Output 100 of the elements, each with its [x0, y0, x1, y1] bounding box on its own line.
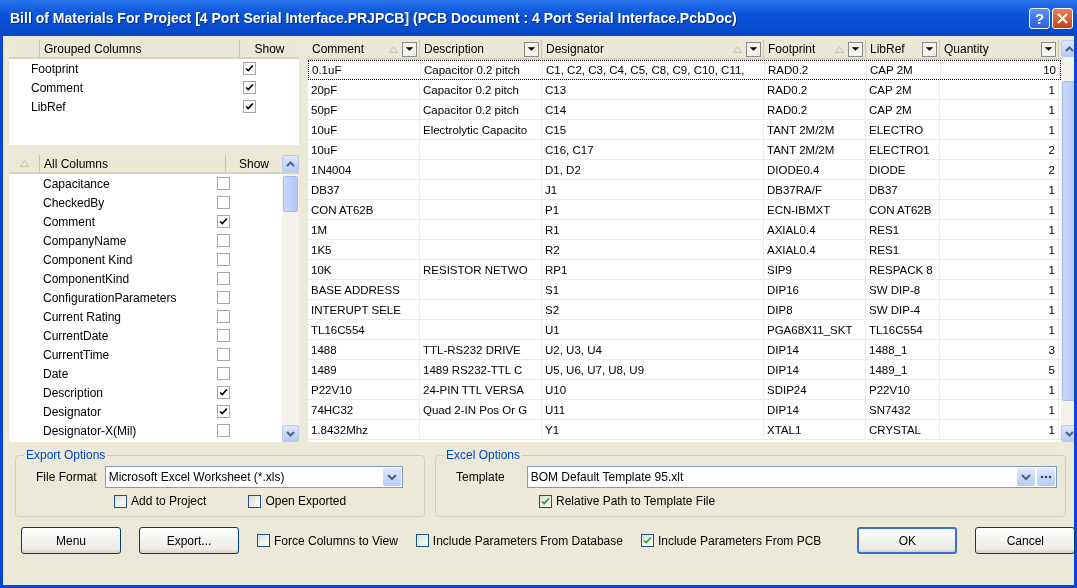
- checkbox[interactable]: [415, 534, 429, 547]
- table-cell: 1: [1048, 123, 1055, 136]
- checkbox[interactable]: [217, 424, 230, 437]
- table-cell: 1M: [311, 223, 327, 236]
- checkbox[interactable]: [539, 494, 552, 508]
- checkbox[interactable]: [217, 329, 230, 342]
- dialog-button[interactable]: Menu: [21, 527, 121, 554]
- dropdown-icon[interactable]: [1041, 41, 1056, 57]
- checkbox[interactable]: [217, 367, 230, 380]
- checkbox[interactable]: [217, 386, 230, 399]
- table-cell: C16, C17: [545, 143, 594, 156]
- file-format-dropdown[interactable]: Microsoft Excel Worksheet (*.xls): [104, 466, 403, 488]
- table-cell: 1489: [311, 363, 337, 376]
- table-cell: 2: [1048, 143, 1055, 156]
- table-cell: 10K: [311, 263, 332, 276]
- dialog-button[interactable]: Cancel: [975, 527, 1076, 554]
- checkbox[interactable]: [243, 81, 256, 94]
- table-cell: DIP14: [767, 343, 799, 356]
- table-cell: 1: [1048, 223, 1055, 236]
- table-cell: TTL-RS232 DRIVE: [423, 343, 521, 356]
- table-cell: AXIAL0.4: [767, 223, 816, 236]
- column-header[interactable]: Comment: [308, 40, 420, 58]
- checkbox-label[interactable]: Include Parameters From Database: [432, 533, 623, 548]
- table-cell: RESISTOR NETWO: [423, 263, 528, 276]
- table-cell: RES1: [869, 243, 900, 256]
- checkbox-label[interactable]: Add to Project: [131, 494, 207, 508]
- checkbox[interactable]: [243, 62, 256, 75]
- checkbox[interactable]: [257, 534, 270, 547]
- checkbox[interactable]: [217, 272, 230, 285]
- checkbox-label[interactable]: Relative Path to Template File: [556, 494, 716, 508]
- close-button[interactable]: [1052, 7, 1073, 29]
- table-cell: R2: [545, 243, 560, 256]
- column-name: Capacitance: [42, 176, 111, 191]
- column-header[interactable]: LibRef: [866, 40, 940, 58]
- template-dropdown[interactable]: BOM Default Template 95.xlt: [526, 466, 1057, 488]
- checkbox-label[interactable]: Force Columns to View: [274, 533, 398, 548]
- column-name: Comment: [30, 80, 84, 95]
- table-cell: CON AT62B: [311, 203, 374, 216]
- checkbox[interactable]: [243, 100, 256, 113]
- scroll-down-button[interactable]: [282, 425, 299, 442]
- column-header[interactable]: Quantity: [940, 40, 1059, 58]
- column-name: CheckedBy: [42, 195, 106, 210]
- column-header[interactable]: Show: [239, 40, 299, 57]
- column-header[interactable]: All Columns: [39, 155, 225, 172]
- sort-icon: [19, 160, 29, 167]
- scroll-up-button[interactable]: [282, 155, 299, 172]
- table-cell: TL16C554: [311, 323, 365, 336]
- dropdown-icon[interactable]: [746, 41, 761, 57]
- column-header[interactable]: Designator: [542, 40, 764, 58]
- table-cell: U2, U3, U4: [545, 343, 602, 356]
- column-header[interactable]: Description: [420, 40, 542, 58]
- checkbox-label[interactable]: Include Parameters From PCB: [657, 533, 822, 548]
- column-header[interactable]: Grouped Columns: [39, 40, 239, 57]
- field-label: Template: [456, 470, 505, 484]
- scrollbar-thumb[interactable]: [1062, 81, 1074, 401]
- table-cell: 10uF: [311, 143, 338, 156]
- column-name: Component Kind: [42, 252, 134, 267]
- checkbox[interactable]: [217, 177, 230, 190]
- table-cell: DIODE0.4: [767, 163, 820, 176]
- table-cell: 3: [1048, 343, 1055, 356]
- checkbox[interactable]: [217, 405, 230, 418]
- checkbox[interactable]: [217, 234, 230, 247]
- dropdown-icon[interactable]: [402, 41, 417, 57]
- checkbox[interactable]: [217, 253, 230, 266]
- checkbox[interactable]: [217, 291, 230, 304]
- table-cell: U5, U6, U7, U8, U9: [545, 363, 645, 376]
- table-cell: ELECTRO1: [869, 143, 930, 156]
- column-name: Comment: [42, 214, 96, 229]
- checkbox[interactable]: [217, 196, 230, 209]
- scroll-down-button[interactable]: [1061, 425, 1074, 442]
- help-button[interactable]: ?: [1029, 7, 1050, 29]
- checkbox[interactable]: [640, 534, 654, 547]
- dropdown-icon[interactable]: [922, 41, 937, 57]
- table-cell: 50pF: [311, 103, 338, 116]
- dialog-button[interactable]: Export...: [139, 527, 239, 554]
- scroll-up-button[interactable]: [1061, 40, 1074, 57]
- dropdown-icon[interactable]: [524, 41, 539, 57]
- table-cell: DIP16: [767, 283, 799, 296]
- table-cell: DIP14: [767, 363, 799, 376]
- dropdown-icon[interactable]: [848, 41, 863, 57]
- table-cell: PGA68X11_SKT: [767, 323, 853, 336]
- checkbox-label[interactable]: Open Exported: [265, 494, 347, 508]
- table-cell: SDIP24: [767, 383, 807, 396]
- table-cell: 1: [1048, 183, 1055, 196]
- group-title: Excel Options: [445, 448, 522, 462]
- column-header[interactable]: Footprint: [764, 40, 866, 58]
- table-cell: CON AT62B: [869, 203, 932, 216]
- scrollbar-thumb[interactable]: [283, 176, 298, 212]
- table-cell: C1, C2, C3, C4, C5, C8, C9, C10, C11,: [546, 64, 745, 76]
- checkbox[interactable]: [114, 494, 127, 508]
- checkbox[interactable]: [248, 494, 262, 508]
- dialog-button[interactable]: OK: [857, 527, 958, 554]
- checkbox[interactable]: [217, 348, 230, 361]
- table-cell: Capacitor 0.2 pitch: [423, 83, 519, 96]
- browse-icon[interactable]: [1037, 468, 1055, 486]
- checkbox[interactable]: [217, 310, 230, 323]
- table-cell: DB37RA/F: [767, 183, 822, 196]
- table-cell: DIP14: [767, 403, 799, 416]
- checkbox[interactable]: [217, 215, 230, 228]
- table-cell: P1: [545, 203, 560, 216]
